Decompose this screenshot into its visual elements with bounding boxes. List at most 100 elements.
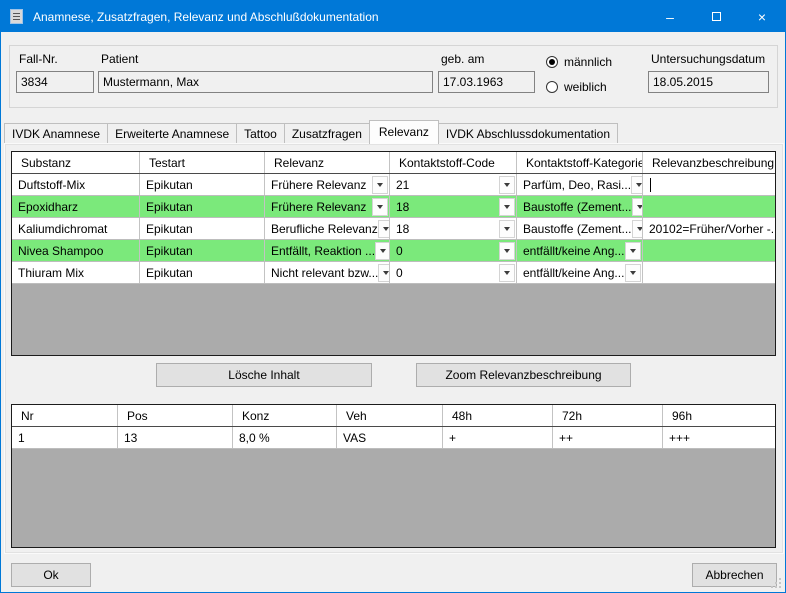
dropdown-button[interactable] bbox=[632, 220, 644, 238]
cell-substanz[interactable]: Epoxidharz bbox=[12, 196, 140, 217]
untersuchungsdatum-label: Untersuchungsdatum bbox=[651, 52, 765, 66]
cell-konz[interactable]: 8,0 % bbox=[233, 427, 337, 448]
tab-zusatzfragen[interactable]: Zusatzfragen bbox=[284, 123, 370, 144]
window-controls: – × bbox=[647, 1, 785, 32]
cell-testart[interactable]: Epikutan bbox=[140, 196, 265, 217]
col-72h: 72h bbox=[553, 405, 663, 426]
cell-beschreibung[interactable] bbox=[643, 196, 775, 217]
cell-code-dropdown[interactable]: 18 bbox=[390, 218, 517, 239]
cell-testart[interactable]: Epikutan bbox=[140, 262, 265, 283]
cell-relevanz-dropdown[interactable]: Entfällt, Reaktion ... bbox=[265, 240, 390, 261]
cell-substanz[interactable]: Kaliumdichromat bbox=[12, 218, 140, 239]
chevron-down-icon bbox=[380, 249, 386, 253]
radio-selected-icon bbox=[546, 56, 558, 68]
cell-kategorie-dropdown[interactable]: Parfüm, Deo, Rasi... bbox=[517, 174, 643, 195]
chevron-down-icon bbox=[637, 227, 643, 231]
cell-relevanz-dropdown[interactable]: Frühere Relevanz bbox=[265, 196, 390, 217]
tab-tattoo[interactable]: Tattoo bbox=[236, 123, 285, 144]
cell-substanz[interactable]: Thiuram Mix bbox=[12, 262, 140, 283]
cell-testart[interactable]: Epikutan bbox=[140, 240, 265, 261]
dropdown-button[interactable] bbox=[499, 176, 515, 194]
untersuchungsdatum-value: 18.05.2015 bbox=[653, 75, 713, 89]
resize-grip-icon[interactable] bbox=[771, 578, 781, 588]
cell-substanz[interactable]: Nivea Shampoo bbox=[12, 240, 140, 261]
cell-kategorie-dropdown[interactable]: entfällt/keine Ang... bbox=[517, 240, 643, 261]
cell-kategorie-dropdown[interactable]: Baustoffe (Zement... bbox=[517, 196, 643, 217]
window-title: Anamnese, Zusatzfragen, Relevanz und Abs… bbox=[33, 10, 379, 24]
tab-relevanz[interactable]: Relevanz bbox=[369, 120, 439, 144]
cell-pos[interactable]: 13 bbox=[118, 427, 233, 448]
cell-code-dropdown[interactable]: 0 bbox=[390, 262, 517, 283]
table-row: Epoxidharz Epikutan Frühere Relevanz 18 … bbox=[12, 196, 775, 218]
cell-substanz[interactable]: Duftstoff-Mix bbox=[12, 174, 140, 195]
patient-field[interactable]: Mustermann, Max bbox=[98, 71, 433, 93]
cell-testart[interactable]: Epikutan bbox=[140, 218, 265, 239]
cell-testart[interactable]: Epikutan bbox=[140, 174, 265, 195]
dropdown-button[interactable] bbox=[625, 242, 641, 260]
tab-strip: IVDK Anamnese Erweiterte Anamnese Tattoo… bbox=[4, 120, 617, 144]
reaktion-table-header: Nr Pos Konz Veh 48h 72h 96h bbox=[12, 405, 775, 427]
col-relevanz: Relevanz bbox=[265, 152, 390, 173]
chevron-down-icon bbox=[637, 205, 643, 209]
chevron-down-icon bbox=[630, 271, 636, 275]
maximize-button[interactable] bbox=[693, 1, 739, 32]
dropdown-button[interactable] bbox=[499, 198, 515, 216]
cell-beschreibung[interactable] bbox=[643, 262, 775, 283]
cell-text: 1 bbox=[18, 428, 25, 448]
radio-weiblich[interactable]: weiblich bbox=[546, 80, 607, 94]
dropdown-button[interactable] bbox=[499, 242, 515, 260]
dropdown-button[interactable] bbox=[632, 198, 644, 216]
cell-text: Berufliche Relevanz bbox=[271, 219, 378, 239]
cell-96h[interactable]: +++ bbox=[663, 427, 775, 448]
dropdown-button[interactable] bbox=[625, 264, 641, 282]
dropdown-button[interactable] bbox=[378, 220, 390, 238]
cell-veh[interactable]: VAS bbox=[337, 427, 443, 448]
tab-ivdk-anamnese[interactable]: IVDK Anamnese bbox=[4, 123, 108, 144]
cell-kategorie-dropdown[interactable]: entfällt/keine Ang... bbox=[517, 262, 643, 283]
dropdown-button[interactable] bbox=[372, 198, 388, 216]
chevron-down-icon bbox=[383, 227, 389, 231]
close-button[interactable]: × bbox=[739, 1, 785, 32]
cell-kategorie-dropdown[interactable]: Baustoffe (Zement... bbox=[517, 218, 643, 239]
fall-nr-field[interactable]: 3834 bbox=[16, 71, 94, 93]
cell-relevanz-dropdown[interactable]: Berufliche Relevanz bbox=[265, 218, 390, 239]
dropdown-button[interactable] bbox=[378, 264, 390, 282]
cell-beschreibung[interactable] bbox=[643, 174, 775, 195]
geb-am-field[interactable]: 17.03.1963 bbox=[438, 71, 535, 93]
table-row: 1 13 8,0 % VAS + ++ +++ bbox=[12, 427, 775, 449]
cell-text: Nicht relevant bzw... bbox=[271, 263, 378, 283]
cell-nr[interactable]: 1 bbox=[12, 427, 118, 448]
cell-text: Kaliumdichromat bbox=[18, 219, 107, 239]
cell-72h[interactable]: ++ bbox=[553, 427, 663, 448]
tab-erweiterte-anamnese[interactable]: Erweiterte Anamnese bbox=[107, 123, 237, 144]
radio-maennlich[interactable]: männlich bbox=[546, 55, 612, 69]
cell-relevanz-dropdown[interactable]: Nicht relevant bzw... bbox=[265, 262, 390, 283]
dropdown-button[interactable] bbox=[372, 176, 388, 194]
dropdown-button[interactable] bbox=[499, 264, 515, 282]
cell-beschreibung[interactable] bbox=[643, 240, 775, 261]
untersuchungsdatum-field[interactable]: 18.05.2015 bbox=[648, 71, 769, 93]
zoom-relevanzbeschreibung-button[interactable]: Zoom Relevanzbeschreibung bbox=[416, 363, 631, 387]
abbrechen-button[interactable]: Abbrechen bbox=[692, 563, 777, 587]
cell-code-dropdown[interactable]: 21 bbox=[390, 174, 517, 195]
cell-code-dropdown[interactable]: 0 bbox=[390, 240, 517, 261]
cell-text: 18 bbox=[396, 219, 409, 239]
cell-relevanz-dropdown[interactable]: Frühere Relevanz bbox=[265, 174, 390, 195]
cell-code-dropdown[interactable]: 18 bbox=[390, 196, 517, 217]
ok-button[interactable]: Ok bbox=[11, 563, 91, 587]
loesche-inhalt-button[interactable]: Lösche Inhalt bbox=[156, 363, 372, 387]
cell-48h[interactable]: + bbox=[443, 427, 553, 448]
col-96h: 96h bbox=[663, 405, 775, 426]
radio-maennlich-label: männlich bbox=[564, 55, 612, 69]
dropdown-button[interactable] bbox=[631, 176, 643, 194]
fall-nr-label: Fall-Nr. bbox=[19, 52, 58, 66]
dropdown-button[interactable] bbox=[499, 220, 515, 238]
col-relevanzbeschreibung: Relevanzbeschreibung bbox=[643, 152, 775, 173]
cell-beschreibung[interactable]: 20102=Früher/Vorher -... bbox=[643, 218, 775, 239]
col-veh: Veh bbox=[337, 405, 443, 426]
minimize-button[interactable]: – bbox=[647, 1, 693, 32]
tab-ivdk-abschlussdokumentation[interactable]: IVDK Abschlussdokumentation bbox=[438, 123, 618, 144]
cell-text: Baustoffe (Zement... bbox=[523, 197, 632, 217]
dropdown-button[interactable] bbox=[375, 242, 390, 260]
cell-text: Epikutan bbox=[146, 263, 193, 283]
